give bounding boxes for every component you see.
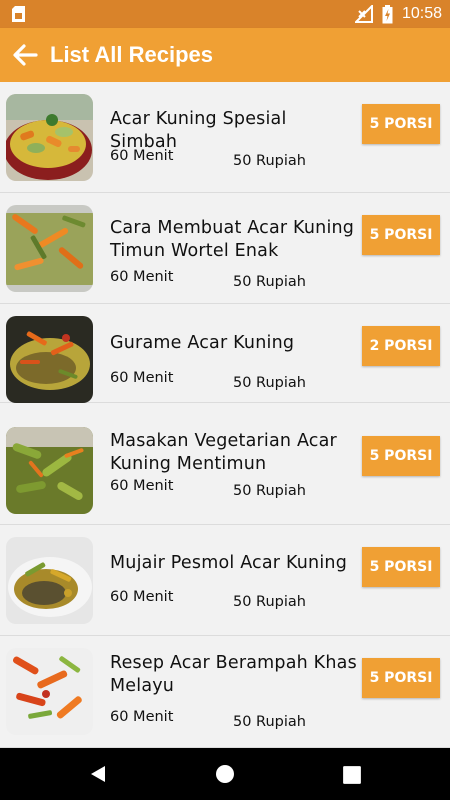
recipe-thumbnail (6, 537, 93, 624)
recipe-thumbnail (6, 427, 93, 514)
porsi-button[interactable]: 5 PORSI (362, 547, 440, 587)
status-bar: 10:58 (0, 0, 450, 28)
app-bar: List All Recipes (0, 28, 450, 82)
porsi-button[interactable]: 5 PORSI (362, 215, 440, 255)
porsi-button[interactable]: 5 PORSI (362, 436, 440, 476)
recipe-name: Resep Acar Berampah Khas Melayu (110, 653, 357, 696)
recipe-row[interactable]: Resep Acar Berampah Khas Melayu 60 Menit… (0, 636, 450, 748)
recipe-price: 50 Rupiah (233, 274, 306, 290)
arrow-back-icon (13, 44, 38, 66)
recipe-time: 60 Menit (110, 709, 174, 725)
recipe-time: 60 Menit (110, 370, 174, 386)
recipe-time: 60 Menit (110, 148, 174, 164)
recipe-price: 50 Rupiah (233, 714, 306, 730)
recents-square-icon[interactable] (342, 765, 362, 785)
recipe-row[interactable]: Acar Kuning Spesial Simbah 60 Menit 50 R… (0, 82, 450, 193)
recipe-name: Gurame Acar Kuning (110, 333, 295, 353)
navigation-bar (0, 748, 450, 800)
recipe-thumbnail (6, 316, 93, 403)
recipe-name: Cara Membuat Acar Kuning Timun Wortel En… (110, 218, 355, 261)
recipe-time: 60 Menit (110, 269, 174, 285)
recipe-row[interactable]: Cara Membuat Acar Kuning Timun Wortel En… (0, 193, 450, 304)
page-title: List All Recipes (50, 42, 214, 67)
porsi-button[interactable]: 5 PORSI (362, 104, 440, 144)
recipe-thumbnail (6, 648, 93, 735)
recipe-name: Masakan Vegetarian Acar Kuning Mentimun (110, 431, 337, 474)
recipe-thumbnail (6, 205, 93, 292)
no-signal-icon (354, 5, 373, 23)
battery-charging-icon (382, 4, 393, 23)
status-time: 10:58 (401, 5, 442, 22)
sim-card-icon (12, 6, 25, 22)
back-button[interactable] (2, 28, 48, 82)
porsi-button[interactable]: 5 PORSI (362, 658, 440, 698)
recipe-row[interactable]: Mujair Pesmol Acar Kuning 60 Menit 50 Ru… (0, 525, 450, 636)
recipe-name: Mujair Pesmol Acar Kuning (110, 553, 348, 573)
recipe-price: 50 Rupiah (233, 483, 306, 499)
recipe-price: 50 Rupiah (233, 594, 306, 610)
back-triangle-icon[interactable] (88, 764, 108, 784)
recipe-price: 50 Rupiah (233, 153, 306, 169)
recipe-row[interactable]: Gurame Acar Kuning 60 Menit 50 Rupiah 2 … (0, 304, 450, 403)
recipe-thumbnail (6, 94, 93, 181)
recipe-row[interactable]: Masakan Vegetarian Acar Kuning Mentimun … (0, 403, 450, 525)
recipe-time: 60 Menit (110, 478, 174, 494)
recipe-price: 50 Rupiah (233, 375, 306, 391)
porsi-button[interactable]: 2 PORSI (362, 326, 440, 366)
home-circle-icon[interactable] (215, 764, 235, 784)
recipe-list[interactable]: Acar Kuning Spesial Simbah 60 Menit 50 R… (0, 82, 450, 748)
status-right: 10:58 (354, 4, 442, 24)
recipe-time: 60 Menit (110, 589, 174, 605)
